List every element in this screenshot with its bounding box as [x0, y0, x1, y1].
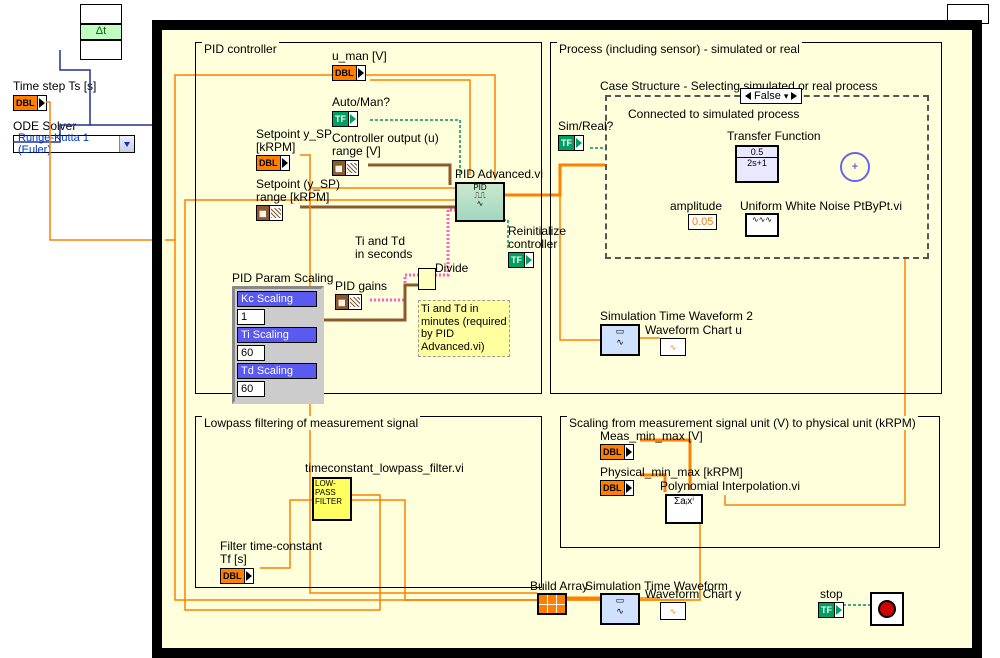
ctrl-out-range-label: Controller output (u) range [V]: [332, 132, 439, 158]
case-selector[interactable]: False ▾: [740, 88, 802, 104]
setpoint-range-terminal: ▦: [256, 205, 283, 221]
stop-terminal[interactable]: TF: [818, 602, 844, 618]
ctrl-out-range-terminal: ▦: [332, 160, 359, 176]
filter-tf-label: Filter time-constant Tf [s]: [220, 540, 322, 566]
build-array-node: [537, 593, 567, 615]
noise-vi[interactable]: ∿∿∿: [745, 213, 779, 237]
case-prev-icon[interactable]: [745, 92, 751, 100]
ode-solver-dropdown[interactable]: Runge-Kutta 1 (Euler): [13, 135, 135, 153]
case-next-icon[interactable]: [791, 92, 797, 100]
filter-tf-terminal: DBL: [220, 568, 254, 584]
pid-advanced-label: PID Advanced.vi: [455, 168, 543, 181]
meas-min-max-label: Meas_min_max [V]: [600, 430, 703, 443]
top-terminal-1: [80, 4, 122, 24]
stop-label: stop: [820, 588, 843, 601]
pid-gains-label: PID gains: [335, 280, 387, 293]
pid-param-scaling-cluster[interactable]: Kc Scaling 1 Ti Scaling 60 Td Scaling 60: [232, 286, 324, 404]
waveform-chart-u-terminal: ∿: [660, 338, 686, 356]
u-man-terminal: DBL: [332, 65, 366, 81]
sim-real-label: Sim/Real?: [558, 120, 613, 133]
sim-time-waveform-2-label: Simulation Time Waveform 2: [600, 310, 753, 323]
sim-time-waveform-2-vi[interactable]: ▭∿: [600, 324, 640, 356]
pid-note: Ti and Td in minutes (required by PID Ad…: [418, 300, 510, 357]
build-array-label: Build Array: [530, 580, 588, 593]
waveform-chart-y-terminal: ∿: [660, 602, 686, 620]
connected-label: Connected to simulated process: [628, 108, 799, 121]
process-frame-title: Process (including sensor) - simulated o…: [557, 42, 802, 56]
pid-gains-terminal: ▦: [335, 294, 362, 310]
transfer-function-label: Transfer Function: [727, 130, 821, 143]
waveform-chart-y-label: Waveform Chart y: [645, 588, 741, 601]
setpoint-terminal: DBL: [256, 155, 290, 171]
top-terminal-2: [80, 40, 122, 60]
phys-min-max-label: Physical_min_max [kRPM]: [600, 466, 743, 479]
lowpass-filter-vi[interactable]: LOW- PASS FILTER: [312, 477, 352, 521]
poly-interp-vi[interactable]: Σaᵢxⁱ: [665, 494, 703, 524]
stop-button-icon[interactable]: [870, 592, 904, 626]
pid-frame-title: PID controller: [202, 42, 279, 56]
lowpass-frame-title: Lowpass filtering of measurement signal: [202, 416, 420, 430]
setpoint-label: Setpoint y_SP [kRPM]: [256, 128, 332, 154]
poly-interp-label: Polynomial Interpolation.vi: [660, 480, 800, 493]
timestep-label: Time step Ts [s]: [13, 80, 96, 93]
lowpass-vi-label: timeconstant_lowpass_filter.vi: [305, 462, 464, 475]
meas-min-max-terminal: DBL: [600, 444, 634, 460]
sim-time-waveform-vi[interactable]: ▭∿: [600, 593, 640, 625]
scaling-frame-title: Scaling from measurement signal unit (V)…: [567, 416, 918, 430]
divide-node: [418, 268, 436, 290]
auto-man-label: Auto/Man?: [332, 96, 390, 109]
sim-real-terminal: TF: [558, 135, 584, 151]
waveform-chart-u-label: Waveform Chart u: [645, 324, 742, 337]
pid-advanced-vi[interactable]: PID⎍⎍∿: [455, 182, 505, 222]
u-man-label: u_man [V]: [332, 50, 387, 63]
case-structure-title: Case Structure - Selecting simulated or …: [600, 80, 877, 93]
dt-icon: Δt: [80, 24, 122, 40]
titd-secs-label: Ti and Td in seconds: [355, 235, 412, 261]
pid-param-scaling-title: PID Param Scaling: [232, 272, 333, 285]
phys-min-max-terminal: DBL: [600, 480, 634, 496]
setpoint-range-label: Setpoint (y_SP) range [kRPM]: [256, 178, 340, 204]
summing-junction: +: [840, 152, 870, 182]
divide-label: Divide: [435, 262, 468, 275]
transfer-function-vi[interactable]: 0.5 2s+1: [735, 145, 779, 183]
amplitude-constant[interactable]: 0.05: [688, 214, 717, 230]
noise-vi-label: Uniform White Noise PtByPt.vi: [740, 200, 902, 213]
timestep-terminal: DBL: [13, 95, 47, 111]
reinit-terminal: TF: [508, 252, 534, 268]
amplitude-label: amplitude: [670, 200, 722, 213]
auto-man-terminal: TF: [332, 111, 358, 127]
